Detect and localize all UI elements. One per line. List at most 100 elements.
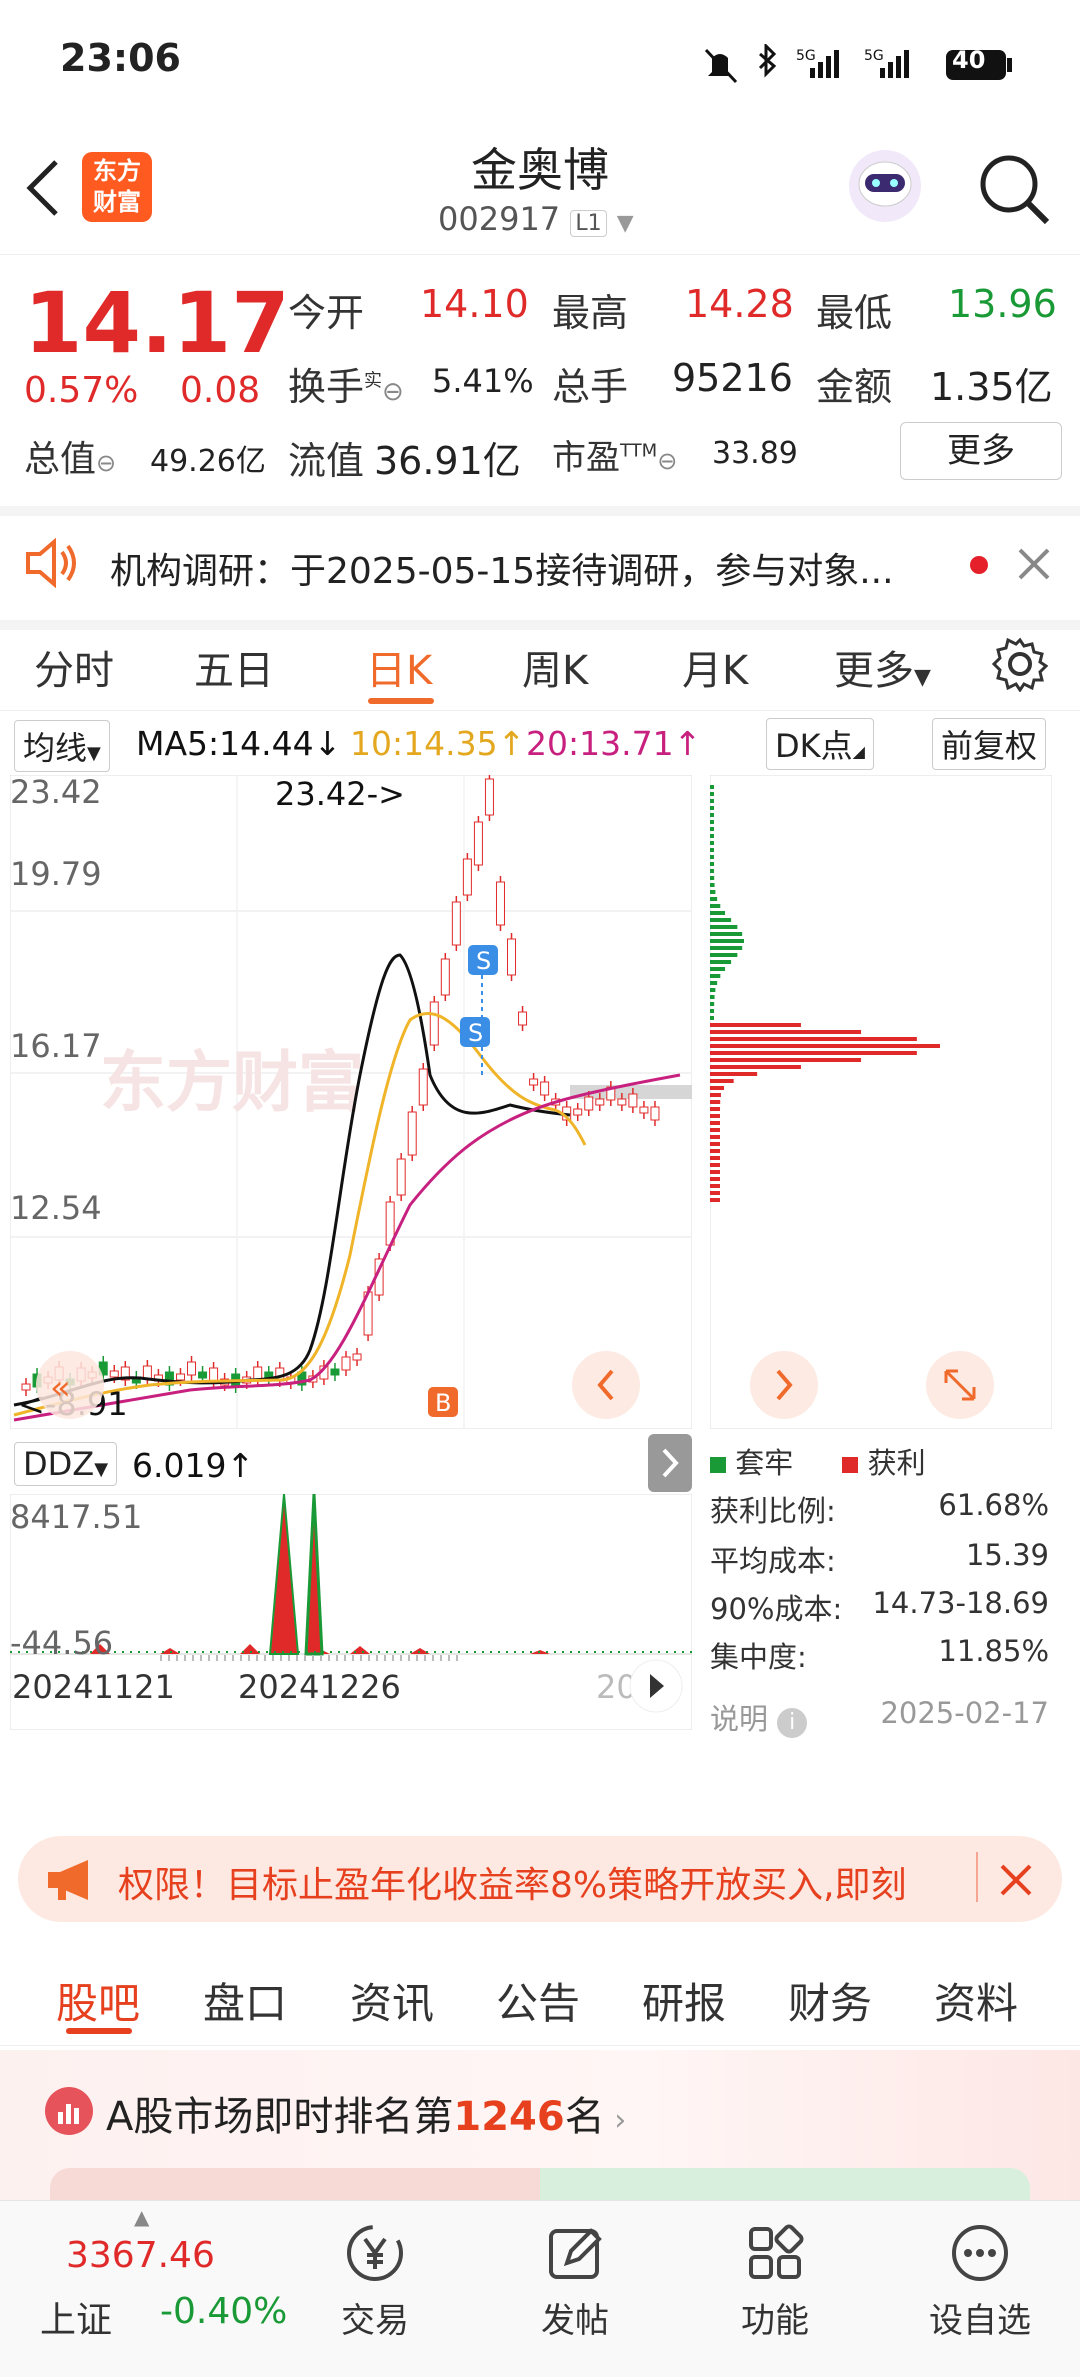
- distribution-bar: [710, 890, 716, 894]
- distribution-bar: [710, 953, 738, 957]
- candle: [440, 958, 450, 996]
- stock-code[interactable]: 002917 L1 ▼: [438, 200, 634, 238]
- tab-forum[interactable]: 股吧: [56, 1970, 140, 2031]
- candle: [109, 1370, 119, 1378]
- buy-marker[interactable]: B: [428, 1387, 458, 1417]
- distribution-bar: [710, 834, 714, 838]
- distribution-bar: [710, 1086, 725, 1090]
- legend-swatch-trap: [710, 1457, 726, 1473]
- nav-trade[interactable]: 交易: [310, 2221, 440, 2342]
- distribution-bar: [710, 1037, 917, 1041]
- info-icon[interactable]: ⊖: [96, 449, 116, 477]
- distribution-bar: [710, 960, 732, 964]
- divider: [976, 1852, 978, 1902]
- distribution-bar: [710, 988, 716, 992]
- tab-announcements[interactable]: 公告: [496, 1970, 580, 2031]
- active-tab-indicator: [368, 698, 434, 704]
- nav-add-watchlist-label: 设自选: [929, 2301, 1031, 2341]
- status-time: 23:06: [60, 36, 181, 80]
- legend-swatch-profit: [842, 1457, 859, 1473]
- kline-chart[interactable]: 东方财富 23.42 19.79 16.17 12.54 23.42-> <-8…: [10, 775, 692, 1429]
- turnover-label-text: 换手: [288, 365, 365, 409]
- distribution-bar: [710, 904, 721, 908]
- x-axis-date: 20241121: [12, 1668, 175, 1706]
- sell-marker-label: S: [468, 1019, 483, 1047]
- tab-research[interactable]: 研报: [642, 1970, 726, 2031]
- tab-intraday[interactable]: 分时: [34, 638, 114, 696]
- ma5-value: MA5:14.44↓: [136, 724, 342, 763]
- close-icon[interactable]: [998, 1862, 1034, 1898]
- collapse-panel-button[interactable]: [648, 1434, 692, 1492]
- tab-financials[interactable]: 财务: [788, 1970, 872, 2031]
- candle: [529, 1078, 539, 1086]
- more-button[interactable]: 更多: [900, 422, 1062, 480]
- pe-sup: TTM: [620, 440, 658, 462]
- candle: [407, 1111, 417, 1156]
- y-axis-tick: 23.42: [10, 775, 102, 811]
- index-widget[interactable]: ▲ 3367.46 上证 -0.40%: [0, 2201, 300, 2377]
- close-icon[interactable]: [1016, 546, 1052, 582]
- tab-more[interactable]: 更多▼: [834, 638, 931, 696]
- distribution-bar: [710, 1156, 720, 1160]
- rank-card[interactable]: A股市场即时排名第1246名 ›: [0, 2050, 1080, 2208]
- tab-five-day[interactable]: 五日: [194, 638, 274, 696]
- info-icon[interactable]: ⊖: [382, 377, 404, 407]
- nav-post[interactable]: 发帖: [510, 2221, 640, 2342]
- ddz-y-top: 8417.51: [10, 1498, 142, 1536]
- distribution-bar: [710, 918, 732, 922]
- adjust-button[interactable]: 前复权: [932, 718, 1047, 770]
- bottom-nav: ▲ 3367.46 上证 -0.40% 交易 发帖 功能 设自选: [0, 2200, 1080, 2377]
- up-arrow-icon: ▲: [134, 2205, 150, 2229]
- stock-code-text: 002917: [438, 200, 561, 238]
- ddz-value: 6.019↑: [132, 1446, 255, 1485]
- dk-point-button[interactable]: DK点◢: [766, 718, 874, 770]
- ma-selector[interactable]: 均线▼: [14, 720, 110, 772]
- distribution-bar: [710, 1142, 720, 1146]
- candle: [628, 1093, 638, 1108]
- period-tabs: 分时 五日 日K 周K 月K 更多▼: [0, 620, 1080, 711]
- tab-more-label: 更多: [834, 648, 914, 694]
- nav-post-label: 发帖: [541, 2301, 609, 2341]
- tab-monthly-k[interactable]: 月K: [682, 638, 748, 696]
- sell-marker[interactable]: S: [460, 1017, 490, 1047]
- tab-profile[interactable]: 资料: [934, 1970, 1018, 2031]
- search-icon[interactable]: [975, 150, 1055, 230]
- cost90-label: 90%成本:: [710, 1592, 843, 1626]
- indicator-selector[interactable]: DDZ▼: [14, 1442, 118, 1486]
- candle: [142, 1365, 152, 1380]
- distribution-bar: [710, 1149, 720, 1153]
- scroll-left-button[interactable]: [572, 1351, 640, 1419]
- rank-prefix: A股市场即时排名第: [106, 2094, 454, 2140]
- tab-daily-k[interactable]: 日K: [366, 638, 432, 696]
- scroll-left-fast-button[interactable]: «: [36, 1351, 104, 1419]
- tab-weekly-k[interactable]: 周K: [522, 638, 588, 696]
- sell-marker[interactable]: S: [468, 945, 498, 975]
- tab-news[interactable]: 资讯: [350, 1970, 434, 2031]
- high-marker: 23.42->: [275, 775, 405, 813]
- scroll-right-button[interactable]: [750, 1351, 818, 1419]
- ddz-chart[interactable]: 8417.51 -44.56 20241121 20241226 20: [10, 1494, 692, 1730]
- distribution-bar: [710, 932, 743, 936]
- nav-add-watchlist[interactable]: 设自选: [910, 2221, 1050, 2342]
- back-icon[interactable]: [22, 158, 62, 218]
- stat-row: 90%成本: 14.73-18.69: [710, 1586, 1055, 1634]
- nav-functions[interactable]: 功能: [710, 2221, 840, 2342]
- info-icon[interactable]: ⊖: [657, 447, 677, 475]
- promo-banner[interactable]: 权限！目标止盈年化收益率8%策略开放买入,即刻: [18, 1836, 1062, 1922]
- explain-row[interactable]: 说明 i 2025-02-17: [710, 1696, 1055, 1744]
- notice-bar[interactable]: 机构调研：于2025-05-15接待调研，参与对象...: [0, 506, 1080, 630]
- distribution-bar: [710, 1184, 720, 1188]
- expand-icon[interactable]: [926, 1351, 994, 1419]
- avg-cost-label: 平均成本:: [710, 1544, 836, 1578]
- tab-order-book[interactable]: 盘口: [203, 1970, 287, 2031]
- open-value: 14.10: [420, 282, 529, 326]
- legend-trap: 套牢: [735, 1446, 794, 1480]
- change-percent: 0.57%: [24, 370, 139, 411]
- play-forward-button[interactable]: [629, 1659, 683, 1713]
- candle: [429, 1001, 439, 1046]
- chip-distribution-chart[interactable]: [710, 775, 1052, 1429]
- app-logo[interactable]: 东方 财富: [82, 152, 152, 222]
- gear-icon[interactable]: [992, 636, 1048, 692]
- robot-assistant-icon[interactable]: [845, 146, 925, 226]
- svg-text:5G: 5G: [796, 48, 816, 64]
